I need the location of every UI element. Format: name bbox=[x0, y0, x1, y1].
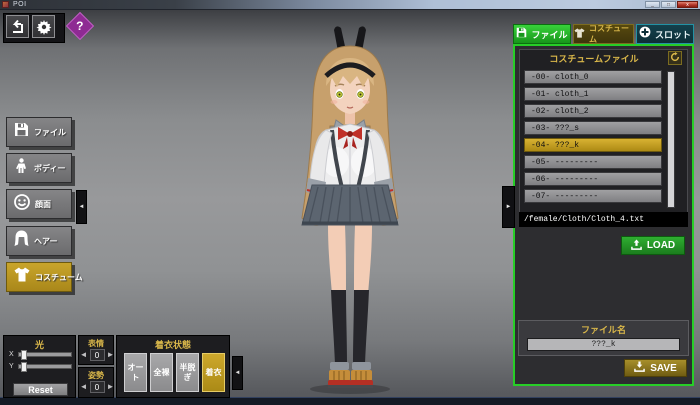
list-item[interactable]: -03- ???_s bbox=[524, 121, 662, 135]
expression-prev-icon[interactable]: ◄ bbox=[80, 349, 88, 361]
refresh-button[interactable] bbox=[668, 51, 682, 65]
app-icon bbox=[2, 1, 9, 8]
expression-next-icon[interactable]: ► bbox=[107, 349, 115, 361]
light-x-slider-thumb[interactable] bbox=[21, 350, 27, 360]
tab-costume[interactable]: コスチューム bbox=[573, 24, 634, 44]
light-y-label: Y bbox=[9, 363, 14, 370]
back-icon bbox=[10, 19, 25, 34]
clothing-half-button[interactable]: 半脱ぎ bbox=[176, 353, 199, 392]
collapse-left-icon: ◄ bbox=[79, 204, 85, 210]
settings-button[interactable] bbox=[32, 15, 55, 38]
bottom-collapse-tab[interactable]: ◄ bbox=[232, 356, 243, 390]
light-reset-button[interactable]: Reset bbox=[13, 383, 68, 396]
load-button[interactable]: LOAD bbox=[621, 236, 685, 255]
upload-icon bbox=[631, 239, 642, 253]
close-button[interactable]: x bbox=[677, 1, 698, 8]
list-item-selected[interactable]: -04- ???_k bbox=[524, 138, 662, 152]
list-item[interactable]: -00- cloth_0 bbox=[524, 70, 662, 84]
panel-expand-tab[interactable]: ► bbox=[502, 186, 515, 228]
sidebar-collapse-tab[interactable]: ◄ bbox=[76, 190, 87, 224]
light-x-label: X bbox=[9, 351, 14, 358]
list-item[interactable]: -05- --------- bbox=[524, 155, 662, 169]
pose-panel: 姿勢 ◄ 0 ► bbox=[78, 367, 114, 398]
expression-title: 表情 bbox=[79, 338, 113, 349]
body-icon bbox=[14, 158, 29, 179]
clothing-title: 着衣状態 bbox=[117, 338, 229, 351]
clothing-state-panel: 着衣状態 オート 全裸 半脱ぎ 着衣 bbox=[116, 335, 230, 398]
list-item[interactable]: -01- cloth_1 bbox=[524, 87, 662, 101]
character-model[interactable] bbox=[262, 22, 438, 394]
window-titlebar[interactable]: POI _ □ x bbox=[0, 0, 700, 10]
floor-strip bbox=[0, 397, 700, 405]
sidebar-item-hair[interactable]: ヘアー bbox=[6, 226, 72, 256]
file-path: /female/Cloth/Cloth_4.txt bbox=[519, 212, 688, 227]
clothing-naked-button[interactable]: 全裸 bbox=[150, 353, 173, 392]
face-icon bbox=[14, 194, 30, 215]
costume-file-list: -00- cloth_0 -01- cloth_1 -02- cloth_2 -… bbox=[524, 70, 662, 203]
help-icon: ? bbox=[76, 19, 83, 33]
list-title: コスチュームファイル bbox=[519, 52, 669, 65]
sidebar-item-file[interactable]: ファイル bbox=[6, 117, 72, 147]
maximize-button[interactable]: □ bbox=[661, 1, 676, 8]
pose-value: 0 bbox=[90, 381, 105, 393]
tab-file[interactable]: ファイル bbox=[513, 24, 571, 44]
expression-panel: 表情 ◄ 0 ► bbox=[78, 335, 114, 365]
minimize-button[interactable]: _ bbox=[645, 1, 660, 8]
window-title: POI bbox=[13, 0, 27, 9]
hair-icon bbox=[14, 230, 29, 252]
light-panel: 光 X Y Reset bbox=[3, 335, 76, 398]
shirt-icon bbox=[14, 267, 30, 287]
gear-icon bbox=[36, 19, 52, 35]
list-scrollbar[interactable] bbox=[666, 70, 676, 209]
clothing-auto-button[interactable]: オート bbox=[124, 353, 147, 392]
pose-title: 姿勢 bbox=[79, 370, 113, 381]
filename-label: ファイル名 bbox=[518, 323, 689, 336]
plus-icon bbox=[639, 25, 651, 43]
refresh-icon bbox=[670, 49, 680, 67]
sidebar-item-face[interactable]: 顔面 bbox=[6, 189, 72, 219]
shirt-icon bbox=[574, 25, 585, 43]
collapse-left-icon: ◄ bbox=[235, 370, 241, 376]
expand-right-icon: ► bbox=[506, 204, 512, 210]
filename-input[interactable] bbox=[527, 338, 680, 351]
download-icon bbox=[634, 361, 645, 375]
app-window: POI _ □ x ? ファイル ボディー 顔面 bbox=[0, 0, 700, 405]
light-x-row: X bbox=[4, 350, 77, 360]
light-y-slider-thumb[interactable] bbox=[21, 362, 27, 372]
list-item[interactable]: -07- --------- bbox=[524, 189, 662, 203]
clothing-dressed-button[interactable]: 着衣 bbox=[202, 353, 225, 392]
pose-prev-icon[interactable]: ◄ bbox=[80, 381, 88, 393]
tab-slot[interactable]: スロット bbox=[636, 24, 694, 44]
list-item[interactable]: -06- --------- bbox=[524, 172, 662, 186]
sidebar-item-costume[interactable]: コスチューム bbox=[6, 262, 72, 292]
list-item[interactable]: -02- cloth_2 bbox=[524, 104, 662, 118]
save-button[interactable]: SAVE bbox=[624, 359, 687, 377]
pose-next-icon[interactable]: ► bbox=[107, 381, 115, 393]
floppy-icon bbox=[516, 25, 527, 43]
light-y-row: Y bbox=[4, 362, 77, 372]
expression-value: 0 bbox=[90, 349, 105, 361]
back-button[interactable] bbox=[6, 15, 29, 38]
sidebar-item-body[interactable]: ボディー bbox=[6, 153, 72, 183]
floppy-icon bbox=[14, 122, 29, 142]
scrollbar-thumb[interactable] bbox=[668, 72, 674, 207]
